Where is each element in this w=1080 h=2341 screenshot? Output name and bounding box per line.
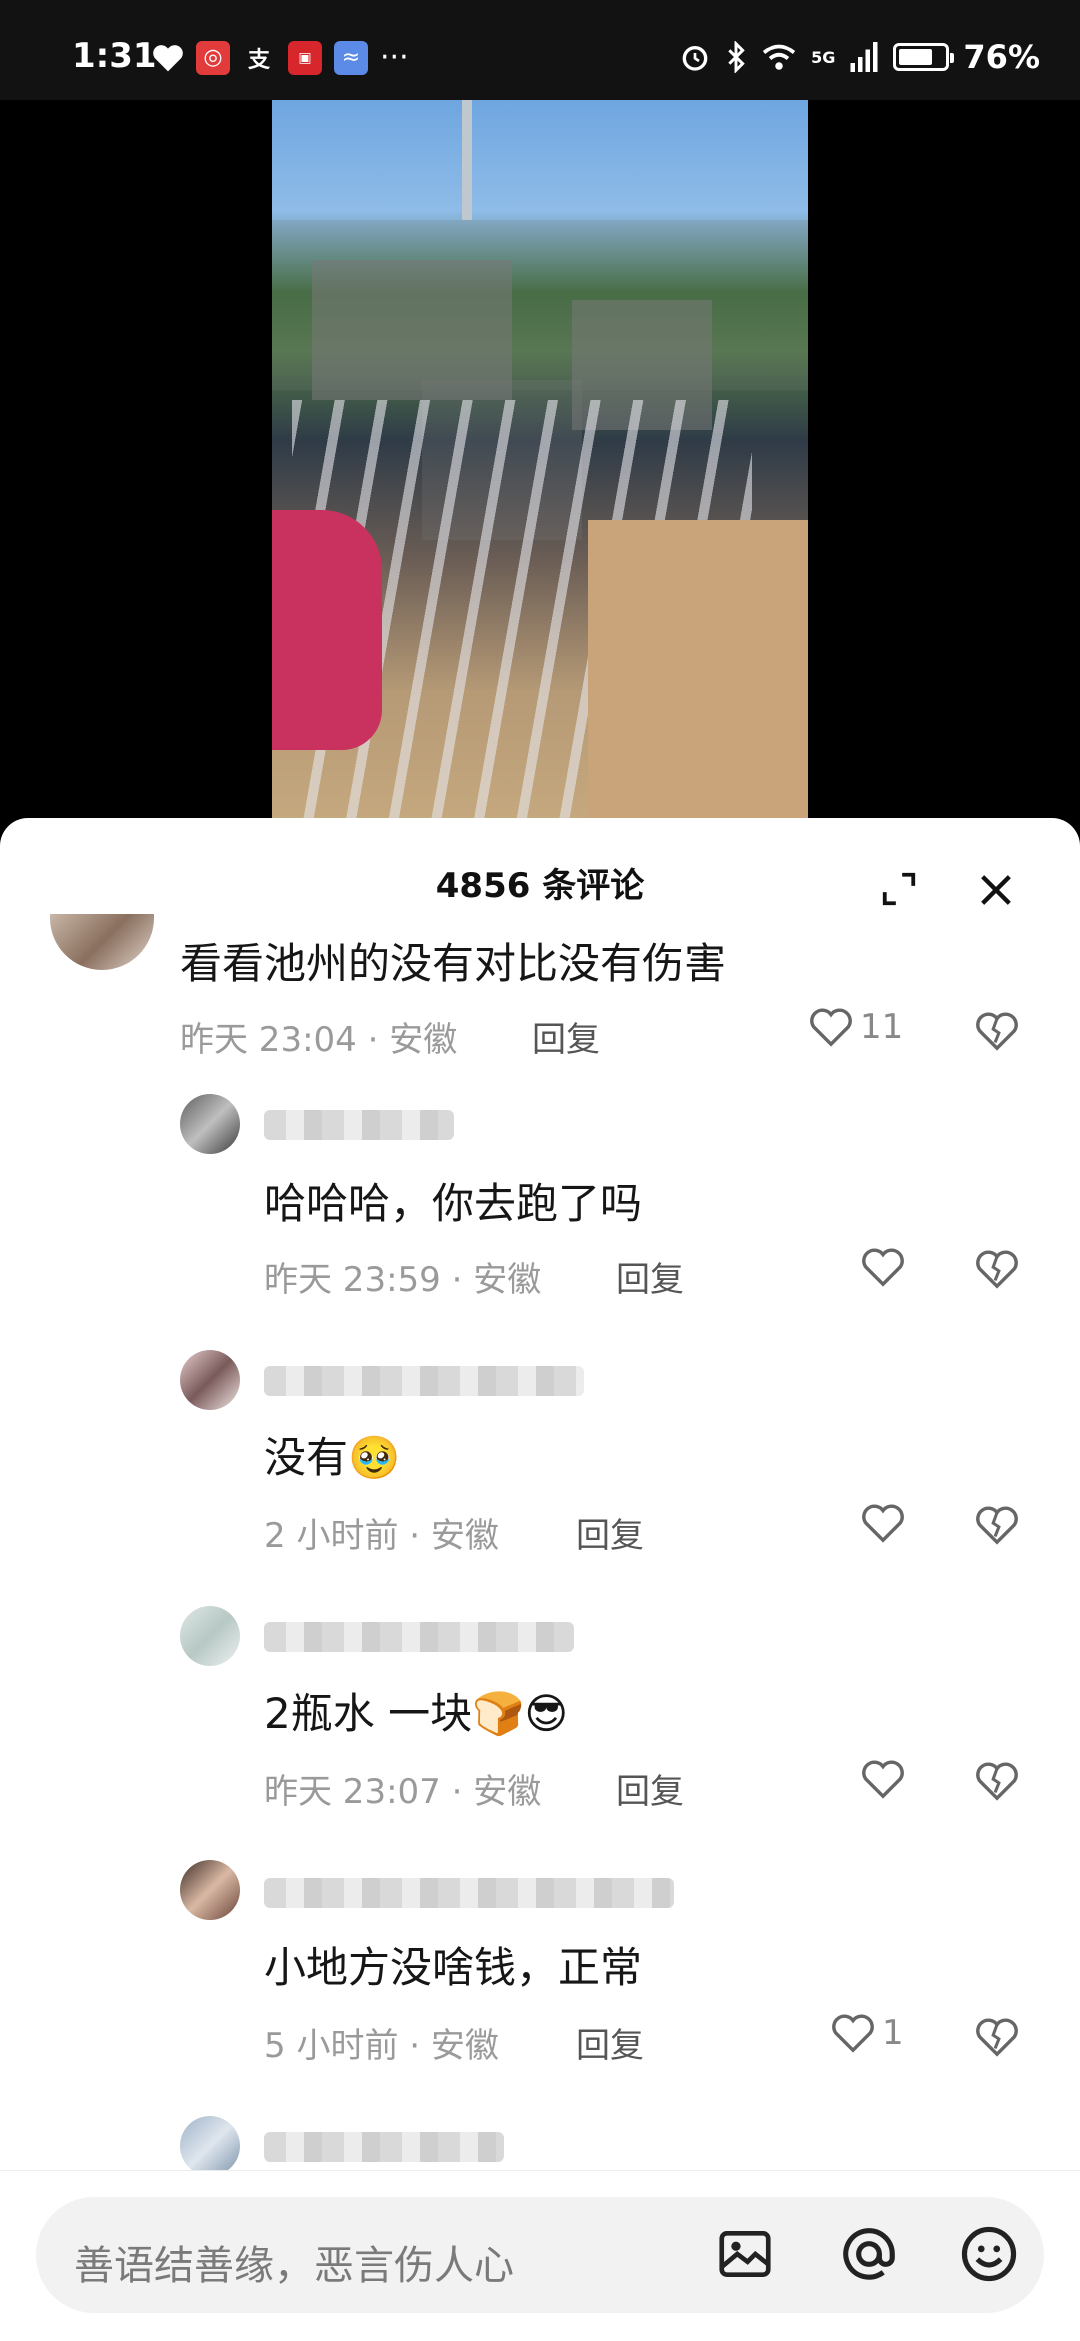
comment-location: 安徽: [430, 2026, 499, 2066]
avatar[interactable]: [50, 914, 154, 970]
like-button[interactable]: 11: [808, 1006, 903, 1048]
like-count: 11: [860, 1007, 904, 1047]
avatar[interactable]: [180, 1860, 240, 1920]
comment-meta: 5 小时前 · 安徽: [264, 2026, 499, 2066]
close-icon[interactable]: [976, 870, 1016, 910]
pixelated-face: [312, 260, 512, 400]
at-icon[interactable]: [838, 2223, 900, 2285]
alipay-icon: 支: [247, 47, 270, 73]
comment-meta: 2 小时前 · 安徽: [264, 1516, 499, 1556]
username-blurred[interactable]: [264, 1622, 574, 1652]
username-blurred[interactable]: [264, 1366, 584, 1396]
battery-icon: [893, 43, 955, 71]
comment-text: 2瓶水 一块🍞😎: [264, 1689, 569, 1738]
comment-input-placeholder: 善语结善缘，恶言伤人心: [74, 2243, 514, 2289]
comment-text: 没有🥹: [264, 1433, 401, 1482]
battery-percent: 76%: [963, 38, 1040, 76]
signal-icon: [850, 42, 878, 72]
comment-time: 昨天 23:59: [264, 1260, 441, 1300]
more-dots-icon: ···: [380, 40, 409, 75]
wifi-icon: [762, 44, 796, 70]
like-count: 1: [882, 2013, 904, 2053]
username-blurred[interactable]: [264, 1878, 674, 1908]
bluetooth-icon: [728, 41, 745, 73]
comment-location: 安徽: [473, 1260, 542, 1300]
heart-outline-icon: [832, 2014, 874, 2053]
comment-meta: 昨天 23:59 · 安徽: [264, 1260, 542, 1300]
comment-text: 哈哈哈，你去跑了吗: [264, 1179, 643, 1228]
broken-heart-icon[interactable]: [974, 1248, 1020, 1290]
broken-heart-icon[interactable]: [974, 1504, 1020, 1546]
username-blurred[interactable]: [264, 1110, 454, 1140]
alarm-icon: [682, 46, 708, 71]
comment-input-bar: 善语结善缘，恶言伤人心: [0, 2170, 1080, 2341]
video-scene-tower: [462, 100, 472, 220]
reply-button[interactable]: 回复: [532, 1012, 600, 1061]
comment-time: 2 小时前: [264, 1516, 399, 1556]
emoji-icon[interactable]: [958, 2223, 1020, 2285]
comment-location: 安徽: [473, 1772, 542, 1812]
avatar[interactable]: [180, 2116, 240, 2176]
comments-sheet: 4856 条评论 看看池州的没有对比没有伤害 昨天 23:04 · 安徽 回复 …: [0, 818, 1080, 2340]
notification-icons: ◎ 支 ▣ ≈ ···: [152, 40, 409, 75]
clock: 1:31: [72, 36, 157, 76]
status-bar: 1:31 ◎ 支 ▣ ≈ ··· 5G 76%: [0, 0, 1080, 100]
broken-heart-icon[interactable]: [974, 1010, 1020, 1052]
heart-outline-icon[interactable]: [860, 1246, 906, 1288]
comment-meta: 昨天 23:04 · 安徽: [180, 1020, 458, 1060]
comment-location: 安徽: [430, 1516, 499, 1556]
heart-outline-icon[interactable]: [860, 1758, 906, 1800]
broken-heart-icon[interactable]: [974, 1760, 1020, 1802]
system-icons: 5G 76%: [679, 38, 1040, 76]
app-red-icon: ◎: [196, 40, 230, 75]
username-blurred[interactable]: [264, 2132, 504, 2162]
comment-time: 5 小时前: [264, 2026, 399, 2066]
news-app-icon: ▣: [288, 40, 322, 75]
comments-count-title: 4856 条评论: [435, 866, 645, 906]
comment-text: 看看池州的没有对比没有伤害: [180, 939, 727, 988]
heart-outline-icon: [810, 1008, 852, 1047]
message-app-icon: ≈: [334, 40, 368, 75]
reply-button[interactable]: 回复: [616, 1764, 684, 1813]
image-icon[interactable]: [714, 2223, 776, 2285]
avatar[interactable]: [180, 1606, 240, 1666]
video-player[interactable]: [0, 100, 1080, 840]
video-scene-box: [588, 520, 808, 840]
comment-meta: 昨天 23:07 · 安徽: [264, 1772, 542, 1812]
video-scene-person: [272, 510, 382, 750]
expand-icon[interactable]: [880, 870, 918, 908]
comment-time: 昨天 23:07: [264, 1772, 441, 1812]
network-type: 5G: [811, 47, 836, 67]
like-button[interactable]: 1: [830, 2012, 904, 2054]
reply-button[interactable]: 回复: [576, 1508, 644, 1557]
heart-icon: [153, 44, 183, 71]
reply-button[interactable]: 回复: [576, 2018, 644, 2067]
reply-button[interactable]: 回复: [616, 1252, 684, 1301]
heart-outline-icon[interactable]: [860, 1502, 906, 1544]
comment-location: 安徽: [389, 1020, 458, 1060]
broken-heart-icon[interactable]: [974, 2016, 1020, 2058]
comment-time: 昨天 23:04: [180, 1020, 357, 1060]
avatar[interactable]: [180, 1094, 240, 1154]
comment-text: 小地方没啥钱，正常: [264, 1943, 643, 1992]
comment-input[interactable]: 善语结善缘，恶言伤人心: [36, 2197, 1044, 2313]
video-frame[interactable]: [272, 100, 808, 840]
avatar[interactable]: [180, 1350, 240, 1410]
